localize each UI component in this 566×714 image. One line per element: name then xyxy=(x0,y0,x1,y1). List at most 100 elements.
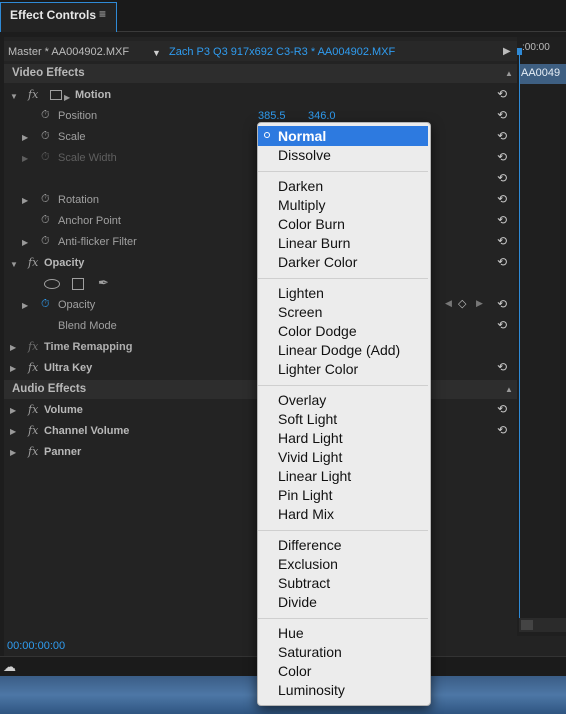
blend-mode-option[interactable]: Screen xyxy=(278,304,322,320)
disclosure-closed-icon[interactable]: ▶ xyxy=(10,364,16,373)
channel-volume-label: Channel Volume xyxy=(44,425,130,437)
fx-icon[interactable]: fx xyxy=(28,445,38,458)
timeline-scroll-thumb[interactable] xyxy=(521,620,533,630)
blend-mode-option[interactable]: Soft Light xyxy=(278,411,337,427)
reset-icon[interactable]: ⟲ xyxy=(497,150,507,164)
blend-mode-option[interactable]: Pin Light xyxy=(278,487,332,503)
reset-icon[interactable]: ⟲ xyxy=(497,108,507,122)
mini-timeline xyxy=(517,37,566,653)
reset-icon[interactable]: ⟲ xyxy=(497,423,507,437)
reset-icon[interactable]: ⟲ xyxy=(497,255,507,269)
disclosure-closed-icon[interactable]: ▶ xyxy=(22,301,28,310)
disclosure-closed-icon[interactable]: ▶ xyxy=(10,343,16,352)
blend-mode-option[interactable]: Color xyxy=(278,663,311,679)
playhead-line[interactable] xyxy=(519,48,520,618)
blend-mode-option[interactable]: Lighter Color xyxy=(278,361,358,377)
fx-icon[interactable]: fx xyxy=(28,424,38,437)
chevron-right-icon[interactable]: ▶ xyxy=(503,46,511,57)
blend-mode-option[interactable]: Darker Color xyxy=(278,254,357,270)
prev-keyframe-icon[interactable]: ◀ xyxy=(445,298,452,309)
time-remapping-label: Time Remapping xyxy=(44,341,133,353)
blend-mode-option[interactable]: Subtract xyxy=(278,575,330,591)
reset-icon[interactable]: ⟲ xyxy=(497,318,507,332)
position-x-value[interactable]: 385.5 xyxy=(258,110,286,122)
scale-width-label: Scale Width xyxy=(58,152,117,164)
tab-divider xyxy=(117,31,566,32)
blend-mode-option[interactable]: Darken xyxy=(278,178,323,194)
playhead-handle[interactable] xyxy=(517,48,522,55)
reset-icon[interactable]: ⟲ xyxy=(497,129,507,143)
disclosure-closed-icon[interactable]: ▶ xyxy=(22,196,28,205)
blend-mode-option[interactable]: Hue xyxy=(278,625,304,641)
scale-label: Scale xyxy=(58,131,86,143)
position-y-value[interactable]: 346.0 xyxy=(308,110,336,122)
blend-mode-option[interactable]: Linear Dodge (Add) xyxy=(278,342,400,358)
blend-mode-option[interactable]: Dissolve xyxy=(278,147,331,163)
fx-icon[interactable]: fx xyxy=(28,88,38,101)
blend-mode-option[interactable]: Lighten xyxy=(278,285,324,301)
stopwatch-icon[interactable]: ⏱ xyxy=(41,109,50,122)
pen-mask-icon[interactable]: ✒ xyxy=(98,275,109,291)
blend-mode-option[interactable]: Divide xyxy=(278,594,317,610)
transform-icon[interactable] xyxy=(50,90,62,100)
motion-label: Motion xyxy=(75,89,112,101)
disclosure-closed-icon[interactable]: ▶ xyxy=(10,448,16,457)
fx-icon[interactable]: fx xyxy=(28,361,38,374)
add-keyframe-icon[interactable]: ◇ xyxy=(458,297,466,310)
stopwatch-icon[interactable]: ⏱ xyxy=(41,130,50,143)
reset-icon[interactable]: ⟲ xyxy=(497,171,507,185)
timeline-clip-label: AA0049 xyxy=(521,67,561,79)
reset-icon[interactable]: ⟲ xyxy=(497,360,507,374)
collapse-up-icon[interactable]: ▲ xyxy=(505,69,513,78)
timeline-ruler-time: :00:00 xyxy=(522,42,550,53)
current-timecode[interactable]: 00:00:00:00 xyxy=(7,640,65,652)
blend-mode-option[interactable]: Overlay xyxy=(278,392,326,408)
rectangle-mask-icon[interactable] xyxy=(72,278,84,290)
next-keyframe-icon[interactable]: ▶ xyxy=(476,298,483,309)
disclosure-closed-icon[interactable]: ▶ xyxy=(10,406,16,415)
reset-icon[interactable]: ⟲ xyxy=(497,297,507,311)
panner-label: Panner xyxy=(44,446,82,458)
ellipse-mask-icon[interactable] xyxy=(44,279,60,289)
stopwatch-icon[interactable]: ⏱ xyxy=(41,235,50,248)
blend-mode-option[interactable]: Hard Light xyxy=(278,430,343,446)
blend-mode-option[interactable]: Difference xyxy=(278,537,342,553)
fx-icon[interactable]: fx xyxy=(28,403,38,416)
disclosure-open-icon[interactable]: ▼ xyxy=(10,260,18,269)
blend-mode-option[interactable]: Vivid Light xyxy=(278,449,342,465)
reset-icon[interactable]: ⟲ xyxy=(497,87,507,101)
disclosure-closed-icon: ▶ xyxy=(22,154,29,163)
blend-mode-option-label: Normal xyxy=(278,128,327,144)
reset-icon[interactable]: ⟲ xyxy=(497,213,507,227)
creative-cloud-icon[interactable]: ☁ xyxy=(3,659,16,675)
menu-separator xyxy=(258,618,428,619)
blend-mode-option[interactable]: Saturation xyxy=(278,644,342,660)
disclosure-open-icon[interactable]: ▼ xyxy=(10,92,18,101)
opacity-label: Opacity xyxy=(44,257,85,269)
chevron-right-icon[interactable]: ▶ xyxy=(64,93,70,102)
fx-icon[interactable]: fx xyxy=(28,256,38,269)
blend-mode-option[interactable]: Exclusion xyxy=(278,556,338,572)
blend-mode-option[interactable]: Hard Mix xyxy=(278,506,334,522)
reset-icon[interactable]: ⟲ xyxy=(497,402,507,416)
blend-mode-option[interactable]: Linear Light xyxy=(278,468,351,484)
volume-label: Volume xyxy=(44,404,83,416)
chevron-down-icon[interactable]: ▼ xyxy=(152,48,161,58)
blend-mode-option[interactable]: Multiply xyxy=(278,197,325,213)
blend-mode-option[interactable]: Color Dodge xyxy=(278,323,357,339)
blend-mode-option[interactable]: Linear Burn xyxy=(278,235,350,251)
reset-icon[interactable]: ⟲ xyxy=(497,234,507,248)
disclosure-closed-icon[interactable]: ▶ xyxy=(10,427,16,436)
blend-mode-option[interactable]: Luminosity xyxy=(278,682,345,698)
reset-icon[interactable]: ⟲ xyxy=(497,192,507,206)
stopwatch-active-icon[interactable]: ⏱ xyxy=(41,298,50,311)
sequence-clip-link[interactable]: Zach P3 Q3 917x692 C3-R3 * AA004902.MXF xyxy=(169,46,395,58)
stopwatch-icon[interactable]: ⏱ xyxy=(41,214,50,227)
stopwatch-icon[interactable]: ⏱ xyxy=(41,193,50,206)
collapse-up-icon[interactable]: ▲ xyxy=(505,385,513,394)
disclosure-closed-icon[interactable]: ▶ xyxy=(22,133,28,142)
disclosure-closed-icon[interactable]: ▶ xyxy=(22,238,28,247)
blend-mode-option[interactable]: Color Burn xyxy=(278,216,345,232)
master-clip-label[interactable]: Master * AA004902.MXF xyxy=(8,46,129,58)
panel-menu-icon[interactable]: ≡ xyxy=(99,7,106,21)
